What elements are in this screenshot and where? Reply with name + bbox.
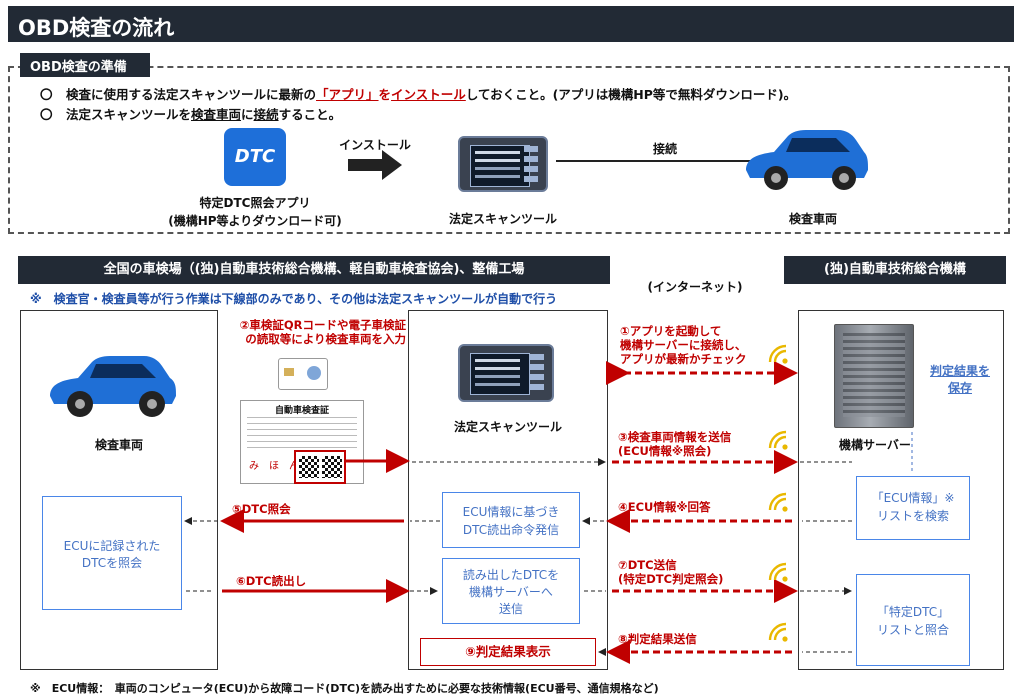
- wifi-icon: [768, 430, 788, 450]
- wifi-icon: [768, 622, 788, 642]
- flow-arrows: [184, 361, 913, 664]
- wifi-icon: [768, 562, 788, 582]
- wifi-icon: [768, 344, 788, 364]
- wifi-icon: [768, 492, 788, 512]
- footnote: ※ ECU情報： 車両のコンピュータ(ECU)から故障コード(DTC)を読み出す…: [30, 682, 659, 695]
